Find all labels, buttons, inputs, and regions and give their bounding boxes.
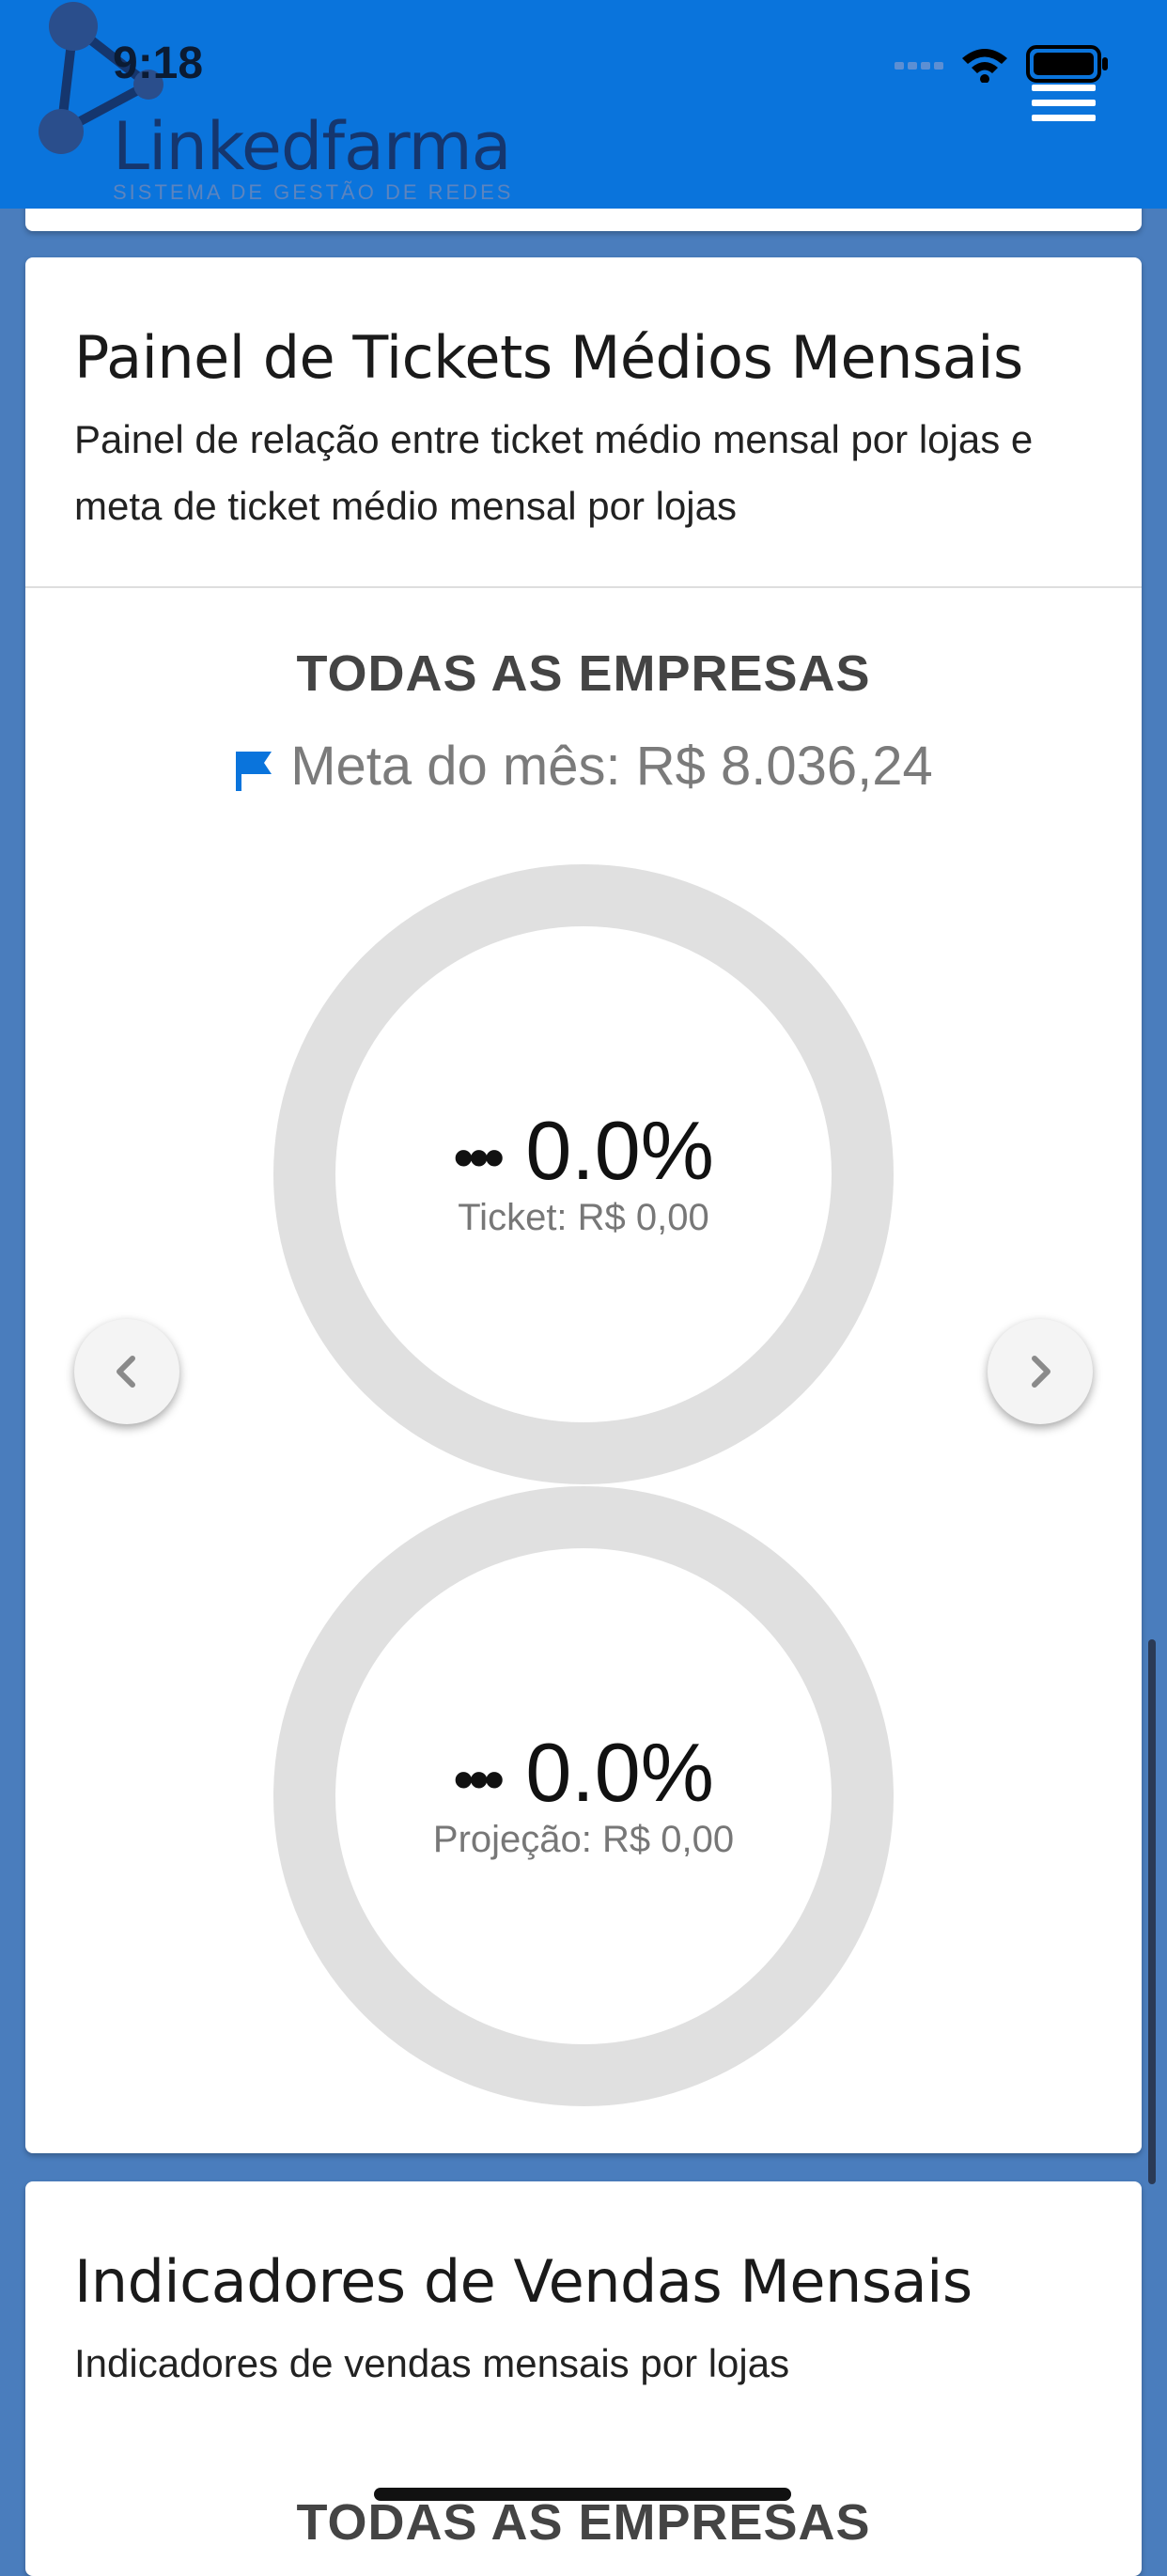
dots-icon: •••: [453, 1745, 505, 1813]
company-label: TODAS AS EMPRESAS: [296, 645, 871, 702]
dots-icon: •••: [453, 1123, 505, 1191]
signal-icon: [895, 62, 943, 70]
ticket-percent: ••• 0.0%: [453, 1104, 714, 1197]
scrollbar[interactable]: [1148, 1639, 1156, 2184]
card-description: Painel de relação entre ticket médio men…: [74, 417, 1034, 528]
tickets-panel-card: Painel de Tickets Médios Mensais Painel …: [25, 257, 1142, 2153]
company-label: TODAS AS EMPRESAS: [296, 2494, 871, 2551]
flag-icon: [236, 751, 272, 791]
monthly-goal: Meta do mês: R$ 8.036,24: [25, 735, 1142, 798]
chevron-right-icon: [1032, 1356, 1050, 1388]
card-title: Painel de Tickets Médios Mensais: [74, 323, 1023, 392]
status-time: 9:18: [113, 39, 204, 88]
divider: [25, 586, 1142, 588]
status-icons: [895, 45, 1108, 83]
card-description: Indicadores de vendas mensais por lojas: [74, 2341, 790, 2385]
brand-tagline: SISTEMA DE GESTÃO DE REDES: [113, 180, 514, 204]
sales-panel-card: Indicadores de Vendas Mensais Indicadore…: [25, 2181, 1142, 2576]
ticket-value: Ticket: R$ 0,00: [458, 1197, 709, 1238]
card-title: Indicadores de Vendas Mensais: [74, 2247, 972, 2316]
menu-icon[interactable]: [1032, 85, 1096, 126]
chevron-left-icon: [117, 1356, 135, 1388]
carousel-next-button[interactable]: [988, 1319, 1093, 1424]
brand-name: Linkedfarma: [113, 108, 512, 185]
carousel-prev-button[interactable]: [74, 1319, 179, 1424]
goal-text: Meta do mês: R$ 8.036,24: [290, 736, 933, 797]
projection-percent: ••• 0.0%: [453, 1726, 714, 1819]
battery-icon: [1026, 45, 1108, 83]
app-header: 9:18 Linkedfarma SISTEMA DE GESTÃO DE RE…: [0, 0, 1167, 209]
wifi-icon: [962, 49, 1007, 83]
projection-value: Projeção: R$ 0,00: [432, 1819, 735, 1860]
home-indicator[interactable]: [374, 2488, 791, 2501]
